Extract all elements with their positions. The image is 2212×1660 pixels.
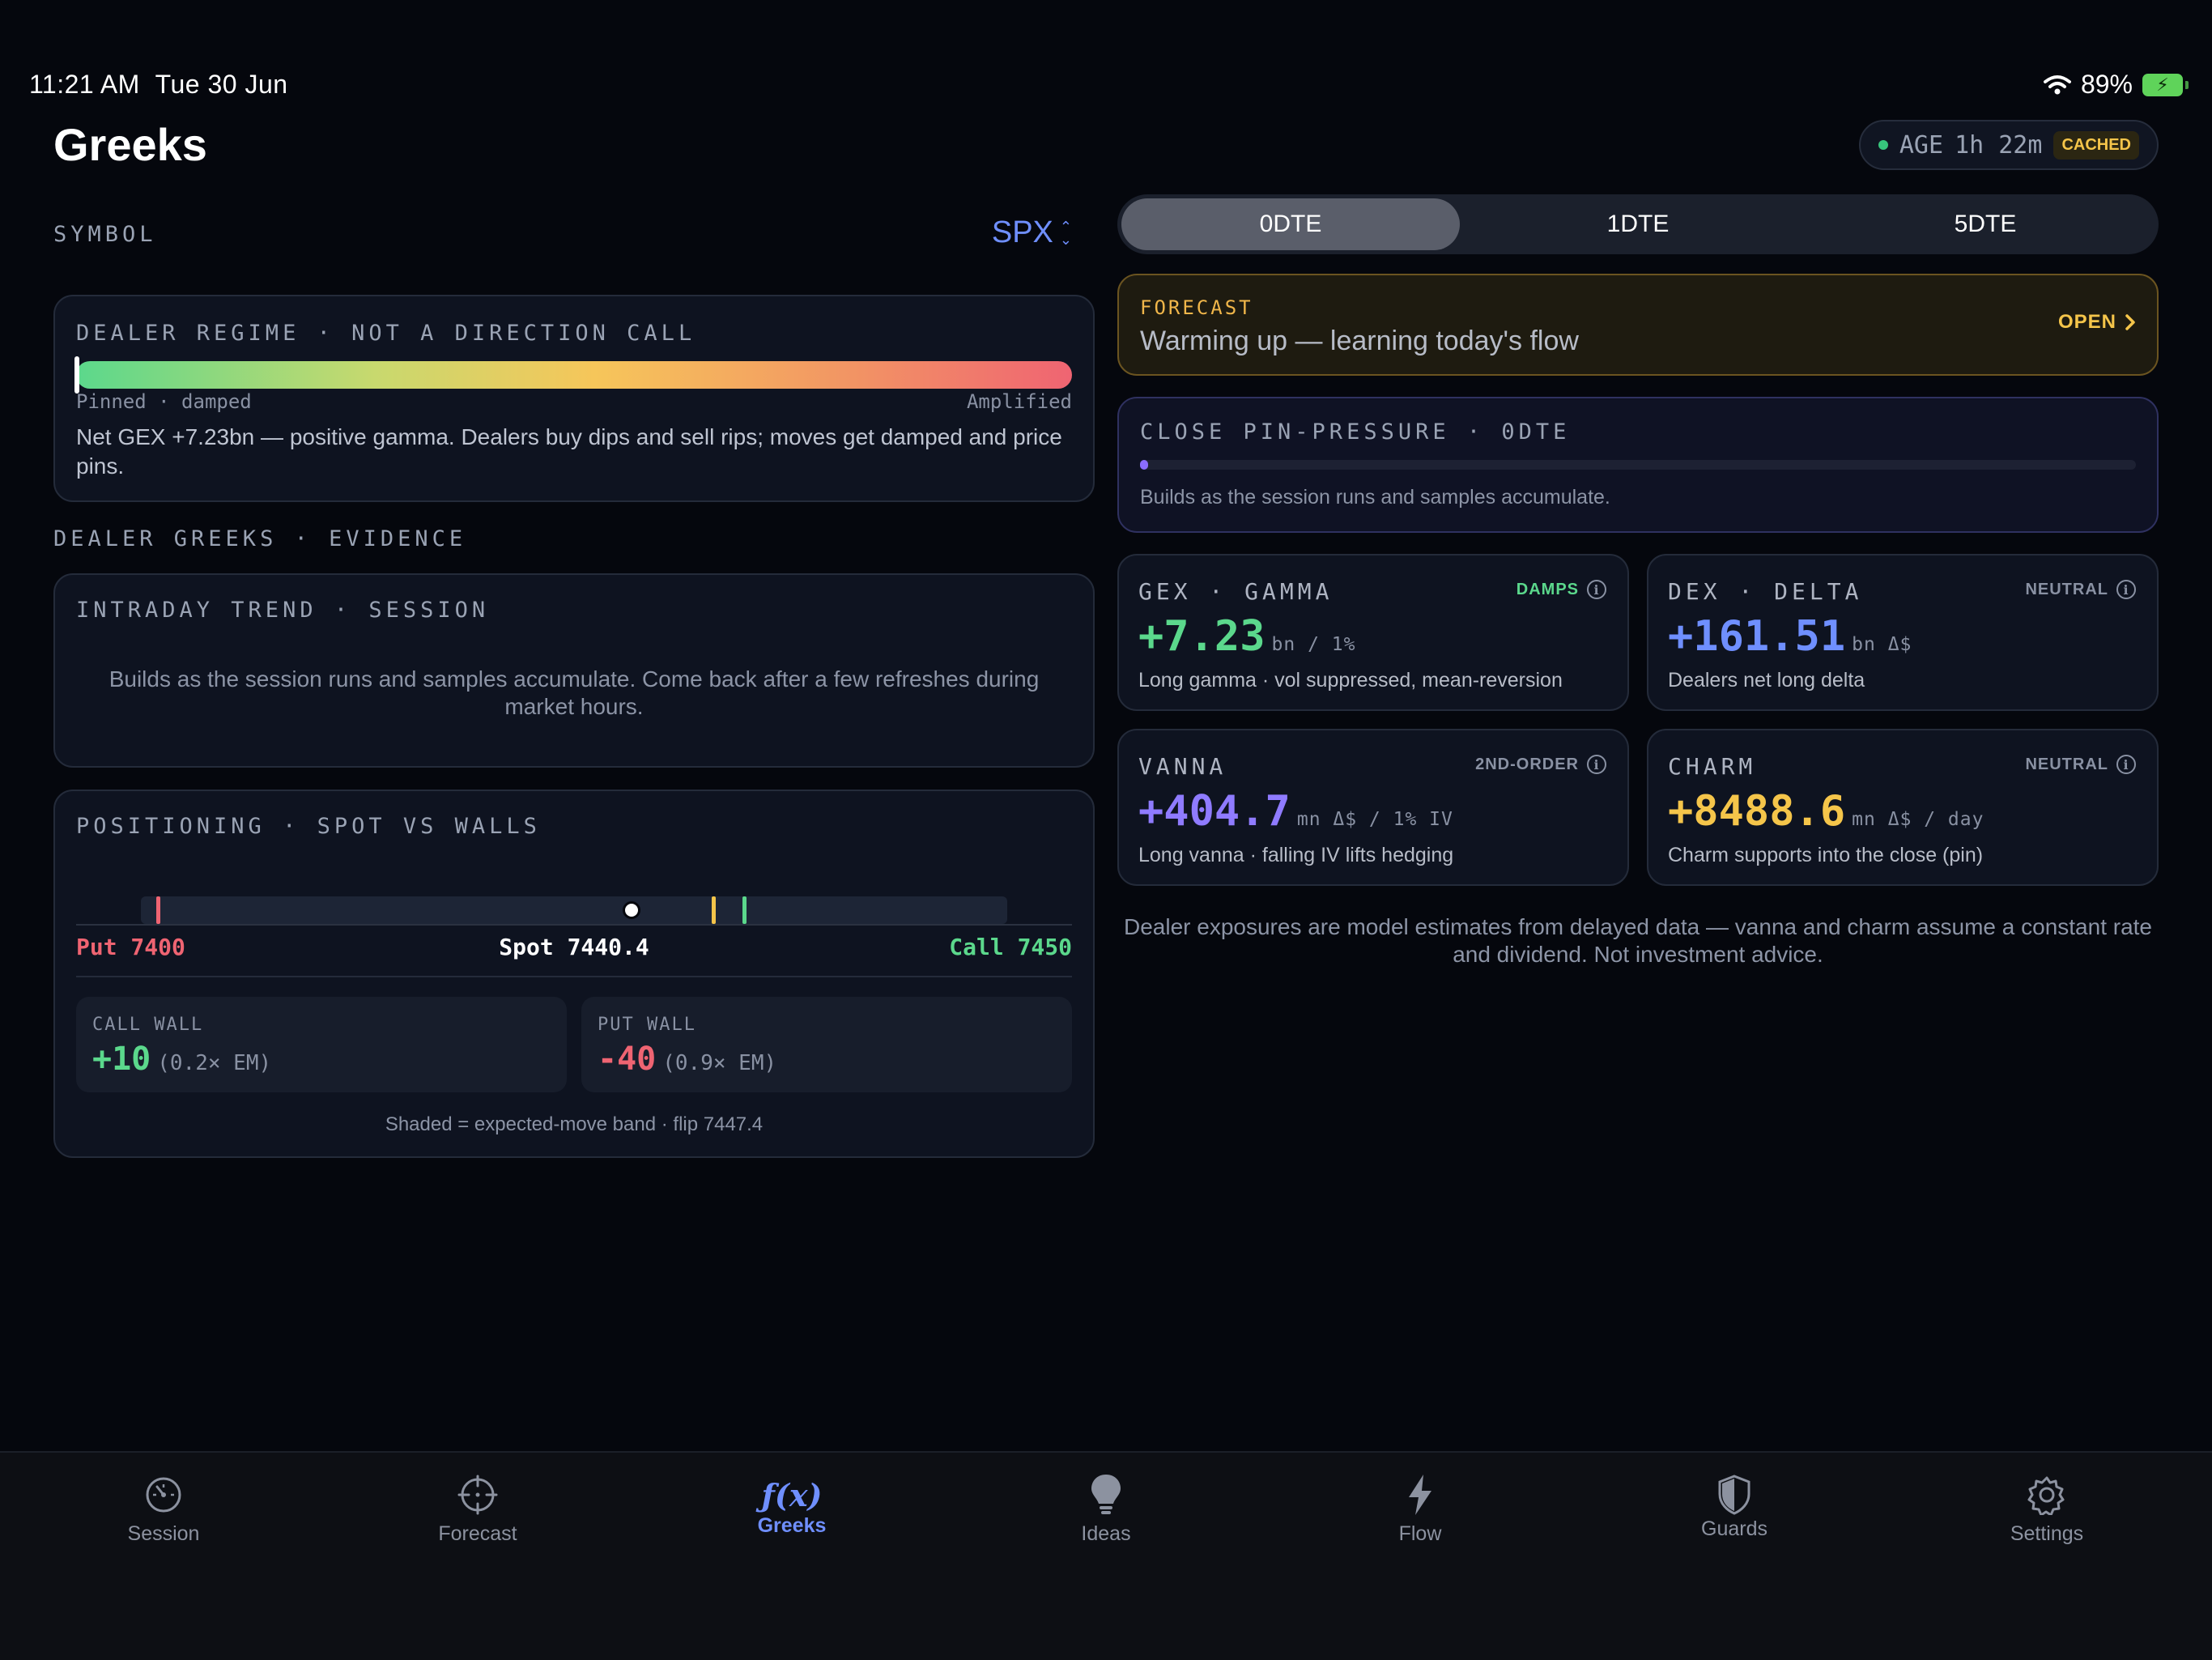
vanna-description: Long vanna · falling IV lifts hedging xyxy=(1138,844,1454,866)
chevron-updown-icon: ⌃ ⌄ xyxy=(1059,218,1072,248)
wifi-icon xyxy=(2043,74,2071,94)
tab-greeks[interactable]: ƒ(x) Greeks xyxy=(695,1469,889,1538)
dex-title: DEX · DELTA xyxy=(1668,578,1863,605)
charm-value: +8488.6 mn Δ$ / day xyxy=(1668,787,1984,836)
dex-description: Dealers net long delta xyxy=(1668,669,1865,692)
dex-card: DEX · DELTA NEUTRAL i +161.51 bn Δ$ Dealer… xyxy=(1647,554,2159,711)
symbol-value: SPX xyxy=(991,215,1053,249)
gex-value: +7.23 bn / 1% xyxy=(1138,612,1356,661)
vanna-value: +404.7 mn Δ$ / 1% IV xyxy=(1138,787,1453,836)
status-indicators: 89% ⚡ xyxy=(2043,70,2189,100)
info-icon[interactable]: i xyxy=(1587,755,1606,774)
intraday-trend-card: INTRADAY TREND · SESSION Builds as the s… xyxy=(53,573,1095,768)
function-icon: ƒ(x) xyxy=(761,1476,823,1513)
put-wall-title: PUT WALL xyxy=(598,1015,696,1035)
forecast-open-button[interactable]: OPEN xyxy=(2058,311,2136,334)
call-strike-label: Call 7450 xyxy=(949,934,1072,960)
forecast-kicker: FORECAST xyxy=(1140,296,1253,319)
evidence-section-label: DEALER GREEKS · EVIDENCE xyxy=(53,526,467,551)
put-wall-value: -40 (0.9× EM) xyxy=(598,1041,777,1078)
disclaimer: Dealer exposures are model estimates fro… xyxy=(1124,914,2152,967)
battery-icon: ⚡ xyxy=(2142,73,2189,96)
positioning-footnote: Shaded = expected-move band · flip 7447.… xyxy=(385,1113,764,1135)
tab-0dte[interactable]: 0DTE xyxy=(1121,198,1460,250)
tab-5dte[interactable]: 5DTE xyxy=(1816,198,2155,250)
gex-title: GEX · GAMMA xyxy=(1138,578,1334,605)
tab-forecast[interactable]: Forecast xyxy=(381,1469,575,1546)
tab-1dte[interactable]: 1DTE xyxy=(1469,198,1807,250)
regime-right-label: Amplified xyxy=(966,390,1072,413)
pin-pressure-card: CLOSE PIN-PRESSURE · 0DTE Builds as the … xyxy=(1117,397,2159,533)
regime-left-label: Pinned · damped xyxy=(76,390,252,413)
divider xyxy=(76,976,1072,977)
positioning-title: POSITIONING · SPOT VS WALLS xyxy=(76,814,541,839)
vanna-title: VANNA xyxy=(1138,753,1227,780)
gex-description: Long gamma · vol suppressed, mean-revers… xyxy=(1138,669,1563,692)
pin-pressure-track xyxy=(1140,460,2136,470)
symbol-label: SYMBOL xyxy=(53,222,157,247)
regime-gradient-bar xyxy=(76,361,1072,389)
positioning-card: POSITIONING · SPOT VS WALLS Put 7400 Spo… xyxy=(53,790,1095,1158)
charm-card: CHARM NEUTRAL i +8488.6 mn Δ$ / day Charm … xyxy=(1647,729,2159,886)
shield-icon xyxy=(1637,1469,1831,1521)
forecast-banner[interactable]: FORECAST Warming up — learning today's f… xyxy=(1117,274,2159,376)
battery-percent: 89% xyxy=(2080,70,2133,99)
age-value: 1h 22m xyxy=(1955,130,2043,160)
spot-marker xyxy=(622,901,640,919)
bolt-icon xyxy=(1323,1469,1517,1521)
tab-flow[interactable]: Flow xyxy=(1323,1469,1517,1546)
expected-move-band xyxy=(141,896,1007,924)
gex-card: GEX · GAMMA DAMPS i +7.23 bn / 1% Long gam… xyxy=(1117,554,1629,711)
tab-settings[interactable]: Settings xyxy=(1950,1469,2144,1546)
crosshair-icon xyxy=(381,1469,575,1521)
status-time: 11:21 AM Tue 30 Jun xyxy=(29,70,288,99)
call-wall-marker xyxy=(742,896,747,924)
lightbulb-icon xyxy=(1009,1469,1203,1521)
pin-pressure-title: CLOSE PIN-PRESSURE · 0DTE xyxy=(1140,419,1571,445)
tab-bar: Session Forecast ƒ(x) Greeks Ideas Flow … xyxy=(0,1451,2212,1660)
charm-tag: NEUTRAL i xyxy=(2025,755,2136,774)
tab-ideas[interactable]: Ideas xyxy=(1009,1469,1203,1546)
positioning-track xyxy=(76,896,1072,926)
gex-tag: DAMPS i xyxy=(1516,580,1606,599)
gear-icon xyxy=(1950,1469,2144,1521)
dex-tag: NEUTRAL i xyxy=(2025,580,2136,599)
symbol-picker[interactable]: SPX ⌃ ⌄ xyxy=(985,215,1072,250)
tab-guards[interactable]: Guards xyxy=(1637,1469,1831,1541)
info-icon[interactable]: i xyxy=(2116,580,2136,599)
dte-segmented-control: 0DTE 1DTE 5DTE xyxy=(1117,194,2159,254)
regime-title: DEALER REGIME · NOT A DIRECTION CALL xyxy=(76,321,696,346)
info-icon[interactable]: i xyxy=(2116,755,2136,774)
dealer-regime-card: DEALER REGIME · NOT A DIRECTION CALL Pin… xyxy=(53,295,1095,502)
put-wall-marker xyxy=(156,896,161,924)
regime-description: Net GEX +7.23bn — positive gamma. Dealer… xyxy=(76,424,1062,479)
trend-title: INTRADAY TREND · SESSION xyxy=(76,598,490,623)
forecast-message: Warming up — learning today's flow xyxy=(1140,326,1579,356)
gauge-icon xyxy=(66,1469,261,1521)
page-title: Greeks xyxy=(53,119,207,170)
charm-description: Charm supports into the close (pin) xyxy=(1668,844,1984,866)
chevron-right-icon xyxy=(2125,314,2135,330)
trend-empty-message: Builds as the session runs and samples a… xyxy=(108,666,1040,719)
flip-marker xyxy=(712,896,717,924)
call-wall-value: +10 (0.2× EM) xyxy=(92,1041,272,1078)
vanna-card: VANNA 2ND-ORDER i +404.7 mn Δ$ / 1% IV Lon… xyxy=(1117,729,1629,886)
cached-badge: CACHED xyxy=(2053,130,2139,160)
status-dot xyxy=(1878,140,1888,150)
put-wall-box: PUT WALL -40 (0.9× EM) xyxy=(581,997,1072,1092)
call-wall-title: CALL WALL xyxy=(92,1015,204,1035)
age-label: AGE xyxy=(1899,130,1944,160)
tab-session[interactable]: Session xyxy=(66,1469,261,1546)
charm-title: CHARM xyxy=(1668,753,1757,780)
regime-marker xyxy=(74,356,79,394)
pin-pressure-fill xyxy=(1140,460,1148,470)
vanna-tag: 2ND-ORDER i xyxy=(1475,755,1606,774)
spot-label: Spot 7440.4 xyxy=(499,934,649,960)
data-age-pill: AGE 1h 22m CACHED xyxy=(1858,120,2159,170)
info-icon[interactable]: i xyxy=(1587,580,1606,599)
dex-value: +161.51 bn Δ$ xyxy=(1668,612,1912,661)
call-wall-box: CALL WALL +10 (0.2× EM) xyxy=(76,997,567,1092)
pin-pressure-message: Builds as the session runs and samples a… xyxy=(1140,486,1610,509)
